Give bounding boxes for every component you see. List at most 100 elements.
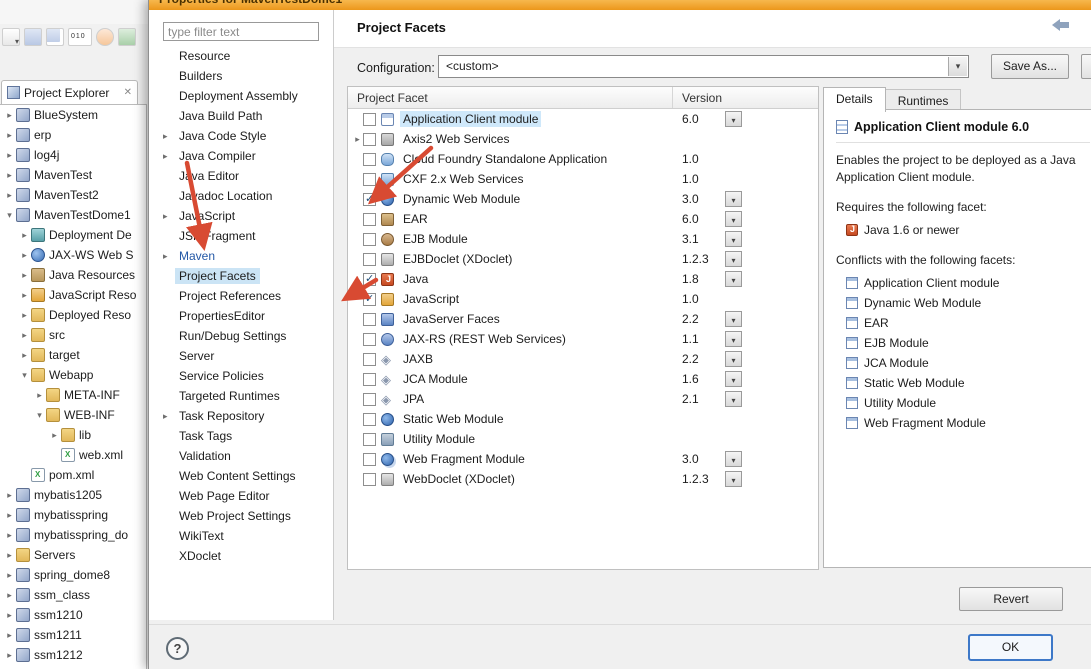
nav-item[interactable]: Java Editor <box>149 166 334 186</box>
version-dropdown-button[interactable] <box>725 231 742 247</box>
tree-item[interactable]: ▸ src <box>0 325 146 345</box>
twisty-icon[interactable]: ▸ <box>4 590 15 601</box>
facet-row[interactable]: EAR 6.0 <box>348 209 818 229</box>
facet-checkbox[interactable] <box>363 432 376 446</box>
tree-item[interactable]: ▾ MavenTestDome1 <box>0 205 146 225</box>
facet-row[interactable]: JavaScript 1.0 <box>348 289 818 309</box>
version-dropdown-button[interactable] <box>725 211 742 227</box>
nav-item[interactable]: Java Build Path <box>149 106 334 126</box>
nav-item[interactable]: Web Content Settings <box>149 466 334 486</box>
facet-row[interactable]: Application Client module 6.0 <box>348 109 818 129</box>
version-dropdown-button[interactable] <box>725 271 742 287</box>
nav-item[interactable]: Server <box>149 346 334 366</box>
tab-details[interactable]: Details <box>823 87 886 112</box>
twisty-icon[interactable]: ▸ <box>4 490 15 501</box>
version-dropdown-button[interactable] <box>725 331 742 347</box>
filter-input[interactable] <box>163 22 319 41</box>
nav-item[interactable]: Task Tags <box>149 426 334 446</box>
tree-item[interactable]: ▸ erp <box>0 125 146 145</box>
nav-item[interactable]: JSP Fragment <box>149 226 334 246</box>
nav-item[interactable]: ▸ Maven <box>149 246 334 266</box>
twisty-icon[interactable]: ▸ <box>19 290 30 301</box>
facet-checkbox[interactable] <box>363 172 376 186</box>
facet-checkbox[interactable] <box>363 212 376 226</box>
tree-item[interactable]: ▸ MavenTest2 <box>0 185 146 205</box>
launch-icon[interactable] <box>118 28 136 46</box>
tree-item[interactable]: ▸ JAX-WS Web S <box>0 245 146 265</box>
tree-item[interactable]: ▸ mybatisspring_do <box>0 525 146 545</box>
dialog-titlebar[interactable]: Properties for MavenTestDome1 <box>149 0 1091 10</box>
nav-item[interactable]: Web Project Settings <box>149 506 334 526</box>
tree-item[interactable]: web.xml <box>0 445 146 465</box>
facet-checkbox[interactable] <box>363 472 376 486</box>
facet-row[interactable]: WebDoclet (XDoclet) 1.2.3 <box>348 469 818 489</box>
version-dropdown-button[interactable] <box>725 371 742 387</box>
tree-item[interactable]: ▸ ssm1211 <box>0 625 146 645</box>
twisty-icon[interactable]: ▸ <box>163 211 175 222</box>
twisty-icon[interactable]: ▾ <box>19 370 30 381</box>
tree-item[interactable]: ▸ mybatis1205 <box>0 485 146 505</box>
nav-item[interactable]: Web Page Editor <box>149 486 334 506</box>
nav-item[interactable]: Targeted Runtimes <box>149 386 334 406</box>
nav-item[interactable]: Run/Debug Settings <box>149 326 334 346</box>
nav-item[interactable]: ▸ Task Repository <box>149 406 334 426</box>
facet-checkbox[interactable] <box>363 192 376 206</box>
facet-checkbox[interactable] <box>363 252 376 266</box>
twisty-icon[interactable]: ▸ <box>19 310 30 321</box>
twisty-icon[interactable]: ▸ <box>4 150 15 161</box>
tree-item[interactable]: ▸ log4j <box>0 145 146 165</box>
nav-item[interactable]: Javadoc Location <box>149 186 334 206</box>
facet-row[interactable]: JAXB 2.2 <box>348 349 818 369</box>
nav-item[interactable]: Validation <box>149 446 334 466</box>
twisty-icon[interactable]: ▸ <box>163 251 175 262</box>
tree-item[interactable]: ▸ ssm_class <box>0 585 146 605</box>
twisty-icon[interactable]: ▸ <box>352 134 363 145</box>
column-header-project-facet[interactable]: Project Facet <box>348 87 672 108</box>
tree-item[interactable]: ▸ lib <box>0 425 146 445</box>
ok-button[interactable]: OK <box>968 634 1053 661</box>
facet-row[interactable]: CXF 2.x Web Services 1.0 <box>348 169 818 189</box>
version-dropdown-button[interactable] <box>725 451 742 467</box>
facet-checkbox[interactable] <box>363 292 376 306</box>
facet-checkbox[interactable] <box>363 232 376 246</box>
tree-item[interactable]: ▸ BlueSystem <box>0 105 146 125</box>
twisty-icon[interactable]: ▸ <box>4 530 15 541</box>
facet-checkbox[interactable] <box>363 272 376 286</box>
facet-checkbox[interactable] <box>363 152 376 166</box>
facet-checkbox[interactable] <box>363 312 376 326</box>
twisty-icon[interactable]: ▸ <box>4 610 15 621</box>
nav-item[interactable]: ▸ JavaScript <box>149 206 334 226</box>
skip-icon[interactable] <box>96 28 114 46</box>
twisty-icon[interactable]: ▸ <box>49 430 60 441</box>
twisty-icon[interactable]: ▾ <box>4 210 15 221</box>
twisty-icon[interactable]: ▸ <box>4 170 15 181</box>
newdrop-icon[interactable] <box>2 28 20 46</box>
twisty-icon[interactable]: ▸ <box>4 130 15 141</box>
facet-checkbox[interactable] <box>363 452 376 466</box>
tree-item[interactable]: ▸ Servers <box>0 545 146 565</box>
nav-item[interactable]: Resource <box>149 46 334 66</box>
version-dropdown-button[interactable] <box>725 391 742 407</box>
twisty-icon[interactable]: ▸ <box>19 270 30 281</box>
facet-checkbox[interactable] <box>363 132 376 146</box>
facet-checkbox[interactable] <box>363 392 376 406</box>
twisty-icon[interactable]: ▸ <box>4 110 15 121</box>
nav-item[interactable]: PropertiesEditor <box>149 306 334 326</box>
tree-item[interactable]: ▾ WEB-INF <box>0 405 146 425</box>
facet-row[interactable]: Java 1.8 <box>348 269 818 289</box>
tree-item[interactable]: ▸ Java Resources <box>0 265 146 285</box>
saveall-icon[interactable] <box>46 28 64 46</box>
revert-button[interactable]: Revert <box>959 587 1063 611</box>
twisty-icon[interactable]: ▸ <box>19 350 30 361</box>
facet-row[interactable]: JPA 2.1 <box>348 389 818 409</box>
facet-row[interactable]: JAX-RS (REST Web Services) 1.1 <box>348 329 818 349</box>
facet-row[interactable]: ▸ Axis2 Web Services <box>348 129 818 149</box>
twisty-icon[interactable]: ▸ <box>4 190 15 201</box>
tree-item[interactable]: ▸ ssm1212 <box>0 645 146 665</box>
twisty-icon[interactable]: ▸ <box>19 250 30 261</box>
help-button[interactable]: ? <box>166 637 189 660</box>
nav-item[interactable]: ▸ Java Code Style <box>149 126 334 146</box>
binary-icon[interactable] <box>68 28 92 46</box>
project-explorer-tab[interactable]: Project Explorer ✕ <box>1 80 138 104</box>
facet-row[interactable]: EJB Module 3.1 <box>348 229 818 249</box>
